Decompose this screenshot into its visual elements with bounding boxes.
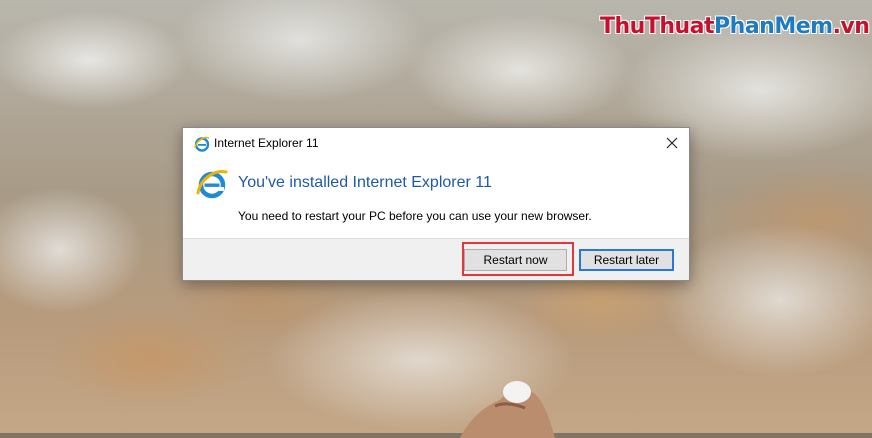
dialog-button-bar: Restart now Restart later xyxy=(183,238,689,280)
dialog-content: You've installed Internet Explorer 11 Yo… xyxy=(183,159,689,237)
close-icon xyxy=(666,137,678,149)
ie11-install-dialog: Internet Explorer 11 You've installed In… xyxy=(182,127,690,281)
logo-text-part3: .vn xyxy=(832,14,870,39)
dialog-message: You need to restart your PC before you c… xyxy=(238,209,592,223)
logo-text-part2: PhanMem xyxy=(714,14,833,39)
swimmer-figure xyxy=(460,381,555,438)
dialog-heading: You've installed Internet Explorer 11 xyxy=(238,174,492,191)
dialog-titlebar[interactable]: Internet Explorer 11 xyxy=(183,128,689,159)
dialog-title: Internet Explorer 11 xyxy=(214,136,319,150)
restart-later-button[interactable]: Restart later xyxy=(579,249,674,271)
restart-now-button[interactable]: Restart now xyxy=(464,249,567,271)
logo-text-part1: ThuThuat xyxy=(600,14,715,39)
internet-explorer-logo-icon xyxy=(196,170,228,199)
close-button[interactable] xyxy=(655,128,689,158)
site-watermark-logo: ThuThuatPhanMem.vn xyxy=(600,14,870,39)
internet-explorer-icon xyxy=(194,136,210,152)
